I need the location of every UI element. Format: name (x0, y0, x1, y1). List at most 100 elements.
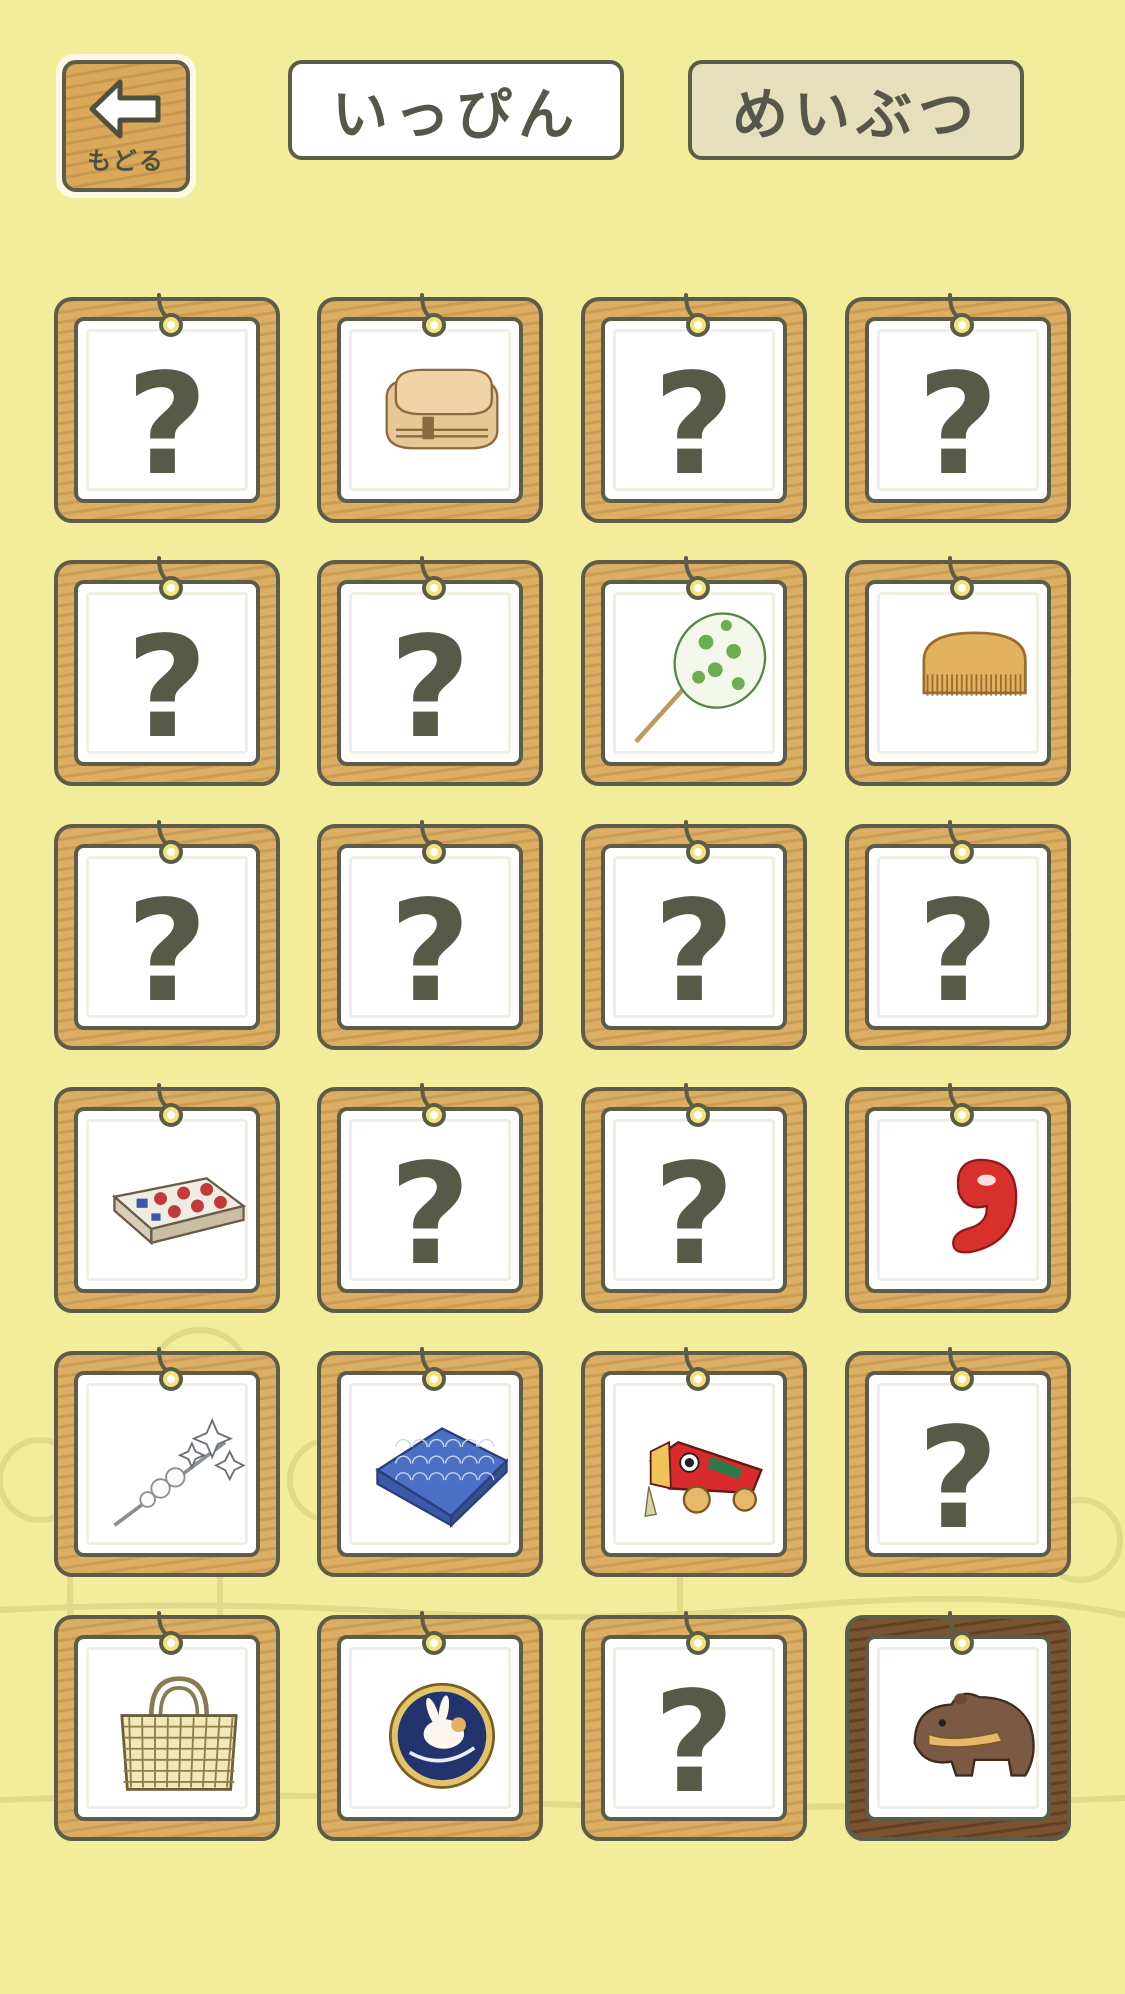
collection-card-sweets-box[interactable] (54, 1083, 280, 1313)
card-paper (349, 1647, 511, 1809)
card-paper (613, 592, 775, 754)
card-paper (86, 1119, 248, 1281)
collection-card-uchiwa-fan[interactable] (581, 556, 807, 786)
hanging-hook-icon (684, 1083, 710, 1127)
question-mark-icon: ? (389, 607, 471, 770)
hanging-hook-icon (157, 1611, 183, 1655)
hanging-hook-icon (684, 293, 710, 337)
sweets-box-icon (111, 1177, 247, 1246)
card-paper: ? (877, 329, 1039, 501)
question-mark-icon: ? (917, 871, 999, 1034)
card-paper (349, 329, 511, 491)
card-paper-frame (601, 580, 787, 766)
question-mark-icon: ? (389, 1134, 471, 1297)
hanging-hook-icon (420, 293, 446, 337)
card-paper: ? (86, 329, 248, 501)
card-paper: ? (349, 1119, 511, 1291)
collection-card-furoshiki[interactable] (317, 1347, 543, 1577)
wooden-comb-icon (922, 631, 1027, 696)
hanging-hook-icon (684, 556, 710, 600)
card-paper-frame: ? (601, 1107, 787, 1293)
hanging-hook-icon (948, 1611, 974, 1655)
question-mark-icon: ? (917, 344, 999, 507)
question-mark-icon: ? (653, 1662, 735, 1825)
collection-card-unknown[interactable]: ? (54, 556, 280, 786)
card-paper: ? (877, 856, 1039, 1028)
collection-card-unknown[interactable]: ? (581, 293, 807, 523)
collection-card-wooden-comb[interactable] (845, 556, 1071, 786)
card-paper (877, 1119, 1039, 1281)
collection-card-magatama[interactable] (845, 1083, 1071, 1313)
card-paper-frame: ? (74, 844, 260, 1030)
card-paper-frame: ? (337, 1107, 523, 1293)
collection-card-unknown[interactable]: ? (845, 820, 1071, 1050)
collection-card-unknown[interactable]: ? (581, 1083, 807, 1313)
card-paper-frame (601, 1371, 787, 1557)
card-paper-frame: ? (865, 1371, 1051, 1557)
card-paper-frame: ? (74, 317, 260, 503)
back-button[interactable]: もどる (56, 54, 196, 198)
collection-card-unknown[interactable]: ? (317, 820, 543, 1050)
question-mark-icon: ? (389, 871, 471, 1034)
hanging-hook-icon (684, 1611, 710, 1655)
card-paper-frame (865, 580, 1051, 766)
card-paper-frame: ? (74, 580, 260, 766)
card-paper (86, 1383, 248, 1545)
tab-ippin[interactable]: いっぴん (288, 60, 624, 160)
hanging-hook-icon (420, 1347, 446, 1391)
collection-card-akabeko-toy[interactable] (581, 1347, 807, 1577)
card-paper-frame (337, 317, 523, 503)
card-paper: ? (613, 856, 775, 1028)
magatama-icon (952, 1158, 1018, 1254)
hanging-hook-icon (157, 293, 183, 337)
basket-bag-icon (120, 1676, 238, 1791)
question-mark-icon: ? (653, 871, 735, 1034)
collection-card-basket-bag[interactable] (54, 1611, 280, 1841)
collection-card-unknown[interactable]: ? (317, 1083, 543, 1313)
collection-card-pearl-hairpin[interactable] (54, 1347, 280, 1577)
hanging-hook-icon (948, 293, 974, 337)
card-paper: ? (613, 1647, 775, 1819)
hanging-hook-icon (948, 1347, 974, 1391)
pearl-hairpin-icon (113, 1417, 246, 1527)
collection-card-rabbit-badge[interactable] (317, 1611, 543, 1841)
question-mark-icon: ? (126, 344, 208, 507)
card-paper-frame (337, 1371, 523, 1557)
question-mark-icon: ? (126, 607, 208, 770)
card-paper-frame (865, 1107, 1051, 1293)
question-mark-icon: ? (126, 871, 208, 1034)
hanging-hook-icon (420, 820, 446, 864)
hanging-hook-icon (948, 1083, 974, 1127)
card-paper-frame: ? (601, 844, 787, 1030)
card-paper (877, 1647, 1039, 1809)
card-paper-frame (74, 1635, 260, 1821)
card-paper-frame: ? (337, 580, 523, 766)
furoshiki-icon (375, 1427, 509, 1529)
hanging-hook-icon (157, 1347, 183, 1391)
card-paper: ? (349, 592, 511, 764)
card-paper-frame (337, 1635, 523, 1821)
collection-card-bear-carving[interactable] (845, 1611, 1071, 1841)
card-paper-frame: ? (865, 317, 1051, 503)
tab-meibutsu[interactable]: めいぶつ (688, 60, 1024, 160)
collection-card-unknown[interactable]: ? (54, 820, 280, 1050)
question-mark-icon: ? (653, 1134, 735, 1297)
collection-card-unknown[interactable]: ? (54, 293, 280, 523)
hanging-hook-icon (948, 820, 974, 864)
card-paper: ? (86, 856, 248, 1028)
collection-card-unknown[interactable]: ? (581, 1611, 807, 1841)
card-paper (877, 592, 1039, 754)
collection-card-unknown[interactable]: ? (845, 1347, 1071, 1577)
hanging-hook-icon (157, 1083, 183, 1127)
bear-carving-icon (913, 1692, 1035, 1777)
hanging-hook-icon (420, 556, 446, 600)
card-paper-frame (865, 1635, 1051, 1821)
bento-box-icon (385, 368, 499, 450)
collection-card-bento-box[interactable] (317, 293, 543, 523)
collection-card-unknown[interactable]: ? (317, 556, 543, 786)
rabbit-badge-icon (388, 1682, 496, 1789)
collection-card-unknown[interactable]: ? (581, 820, 807, 1050)
collection-card-unknown[interactable]: ? (845, 293, 1071, 523)
card-paper (86, 1647, 248, 1809)
card-paper: ? (613, 1119, 775, 1291)
